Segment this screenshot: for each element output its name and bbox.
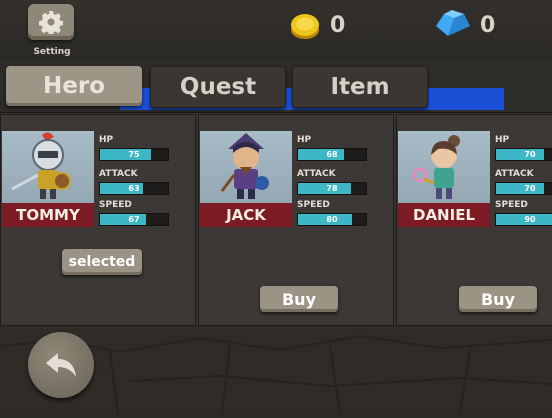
knight-icon	[11, 132, 71, 199]
hp-label: HP	[99, 135, 114, 145]
hero-name: DANIEL	[398, 203, 490, 227]
buy-button-daniel[interactable]: Buy	[459, 286, 537, 312]
speed-bar: 80	[297, 213, 367, 226]
setting-label: Setting	[33, 47, 71, 57]
tab-quest[interactable]: Quest	[150, 66, 286, 108]
attack-bar: 78	[297, 182, 367, 195]
gem-counter: 0	[432, 8, 495, 42]
back-arrow-icon	[46, 353, 76, 377]
speed-bar: 67	[99, 213, 169, 226]
hp-bar: 70	[495, 148, 552, 161]
hp-label: HP	[297, 135, 312, 145]
coin-count: 0	[330, 12, 346, 38]
back-button[interactable]	[28, 332, 94, 398]
buy-button-jack[interactable]: Buy	[260, 286, 338, 312]
wizard-icon	[220, 133, 269, 199]
gem-count: 0	[480, 12, 496, 38]
gear-icon	[39, 11, 63, 34]
attack-label: ATTACK	[297, 169, 336, 179]
coin-icon	[291, 14, 319, 39]
hero-card-daniel[interactable]: DANIEL HP 70 ATTACK 70 SPEED 90 Buy	[396, 114, 552, 326]
attack-label: ATTACK	[495, 169, 534, 179]
tab-hero[interactable]: Hero	[6, 66, 142, 106]
hero-card-tommy[interactable]: TOMMY HP 75 ATTACK 63 SPEED 67 selected	[0, 114, 196, 326]
gem-icon	[436, 10, 470, 36]
priestess-icon	[412, 135, 460, 199]
attack-bar: 63	[99, 182, 169, 195]
hp-label: HP	[495, 135, 510, 145]
hero-name: TOMMY	[2, 203, 94, 227]
coin-counter: 0	[288, 8, 345, 42]
hero-name: JACK	[200, 203, 292, 227]
attack-label: ATTACK	[99, 169, 138, 179]
speed-label: SPEED	[297, 200, 330, 210]
speed-label: SPEED	[99, 200, 132, 210]
speed-bar: 90	[495, 213, 552, 226]
setting-button[interactable]	[28, 4, 74, 40]
hero-card-jack[interactable]: JACK HP 68 ATTACK 78 SPEED 80 Buy	[198, 114, 394, 326]
hp-bar: 75	[99, 148, 169, 161]
hp-bar: 68	[297, 148, 367, 161]
tab-item[interactable]: Item	[292, 66, 428, 108]
selected-button[interactable]: selected	[62, 249, 142, 275]
speed-label: SPEED	[495, 200, 528, 210]
attack-bar: 70	[495, 182, 552, 195]
